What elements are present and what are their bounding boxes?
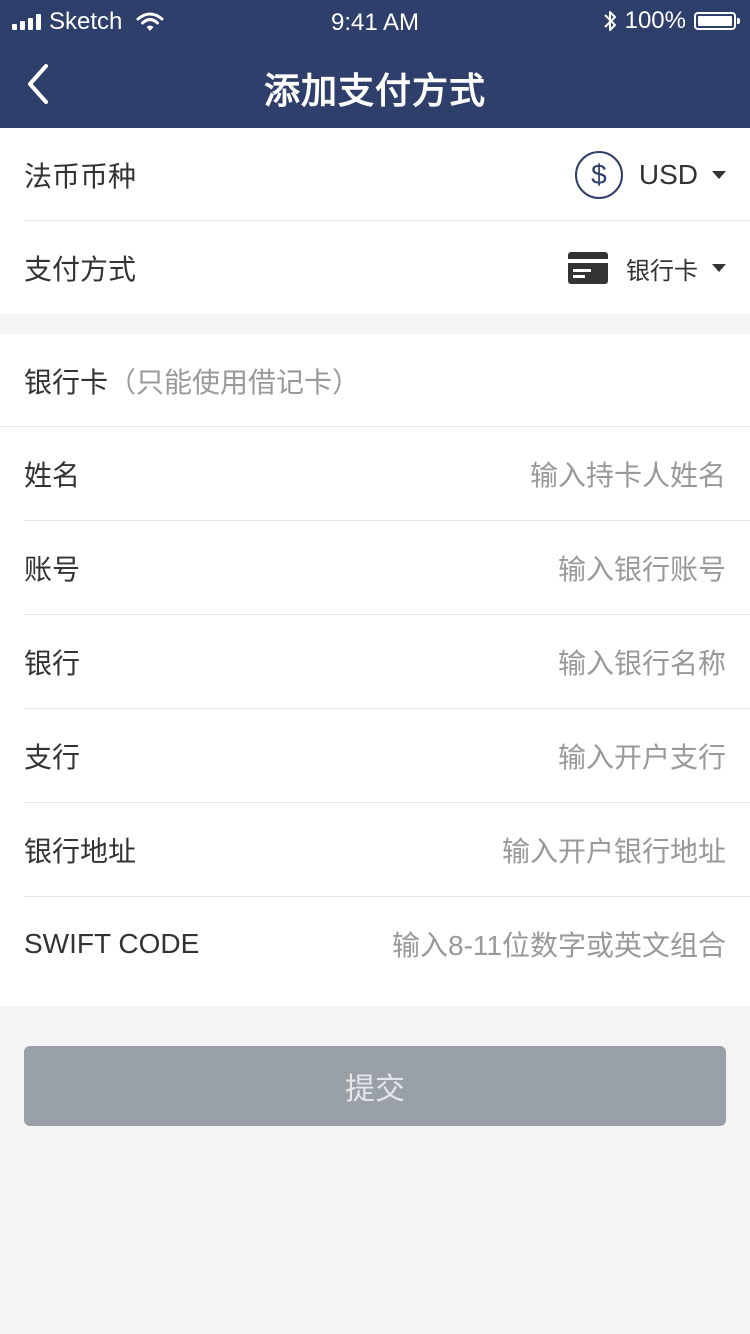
bank-name-input[interactable]: 输入银行名称 — [558, 642, 726, 682]
top-bar: Sketch 9:41 AM 100% 添加支付方式 — [0, 0, 750, 128]
account-field-row[interactable]: 账号 输入银行账号 — [24, 521, 750, 615]
currency-selector[interactable]: $ USD — [574, 151, 726, 199]
settings-section: 法币币种 $ USD 支付方式 银行卡 — [0, 128, 750, 314]
name-input[interactable]: 输入持卡人姓名 — [530, 454, 726, 494]
bluetooth-icon — [603, 11, 616, 31]
section-title: 银行卡（只能使用借记卡） — [24, 361, 360, 401]
dollar-circle-icon: $ — [574, 151, 623, 199]
field-label: 银行 — [24, 648, 81, 679]
currency-row[interactable]: 法币币种 $ USD — [24, 128, 750, 222]
status-right: 100% — [603, 7, 740, 35]
field-label: 支行 — [24, 742, 81, 773]
bank-field-row[interactable]: 银行 输入银行名称 — [24, 615, 750, 709]
submit-button[interactable]: 提交 — [24, 1046, 726, 1126]
field-label: 账号 — [24, 554, 81, 585]
caret-down-icon — [712, 264, 726, 272]
field-label: 姓名 — [24, 460, 81, 491]
section-title-text: 银行卡 — [24, 367, 109, 398]
payment-method-value: 银行卡 — [626, 257, 698, 285]
field-label: SWIFT CODE — [24, 928, 200, 959]
branch-input[interactable]: 输入开户支行 — [558, 736, 726, 776]
status-bar: Sketch 9:41 AM 100% — [0, 0, 750, 44]
currency-label: 法币币种 — [24, 161, 137, 192]
section-title-hint: （只能使用借记卡） — [108, 367, 361, 398]
bank-address-input[interactable]: 输入开户银行地址 — [502, 830, 726, 870]
battery-icon — [694, 12, 740, 30]
page-title: 添加支付方式 — [263, 70, 486, 111]
field-label: 银行地址 — [24, 836, 137, 867]
bank-card-section: 银行卡（只能使用借记卡） 姓名 输入持卡人姓名 账号 输入银行账号 银行 输入银… — [0, 334, 750, 1006]
branch-field-row[interactable]: 支行 输入开户支行 — [24, 709, 750, 803]
battery-percent: 100% — [624, 7, 686, 34]
name-field-row[interactable]: 姓名 输入持卡人姓名 — [24, 427, 750, 521]
payment-method-label: 支付方式 — [24, 254, 137, 285]
bank-card-icon — [568, 252, 608, 284]
caret-down-icon — [712, 171, 726, 179]
currency-value: USD — [638, 159, 698, 190]
payment-method-selector[interactable]: 银行卡 — [568, 251, 726, 286]
nav-bar: 添加支付方式 — [0, 44, 750, 128]
account-input[interactable]: 输入银行账号 — [558, 548, 726, 588]
section-header: 银行卡（只能使用借记卡） — [24, 334, 750, 428]
bank-address-field-row[interactable]: 银行地址 输入开户银行地址 — [24, 803, 750, 897]
swift-code-field-row[interactable]: SWIFT CODE 输入8-11位数字或英文组合 — [24, 897, 750, 991]
payment-method-row[interactable]: 支付方式 银行卡 — [24, 221, 750, 315]
swift-code-input[interactable]: 输入8-11位数字或英文组合 — [392, 924, 726, 964]
